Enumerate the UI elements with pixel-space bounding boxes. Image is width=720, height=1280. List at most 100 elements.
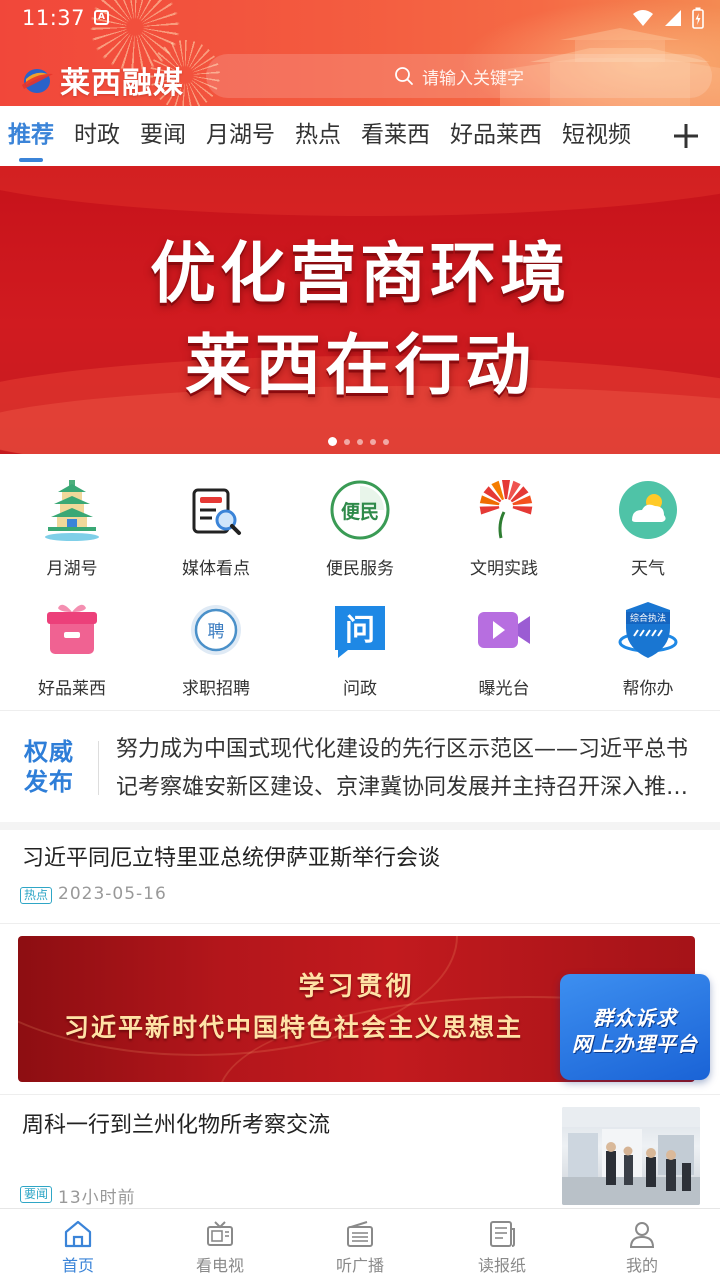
authority-divider [98, 741, 99, 795]
battery-icon [692, 7, 704, 29]
service-recruit[interactable]: 聘 求职招聘 [144, 584, 288, 704]
tab-short-video[interactable]: 短视频 [562, 106, 631, 166]
service-media[interactable]: 媒体看点 [144, 464, 288, 584]
banner-title-line1: 优化营商环境 [150, 235, 570, 312]
app-screen: 11:37 A 莱西融媒 请输入关键字 推荐 时政 要闻 月湖号 热点 看莱西 … [0, 0, 720, 1280]
service-quality[interactable]: 好品莱西 [0, 584, 144, 704]
nav-label: 首页 [61, 1256, 94, 1275]
search-placeholder: 请输入关键字 [422, 68, 524, 89]
logo-globe-icon [22, 69, 53, 93]
channel-tab-list: 推荐 时政 要闻 月湖号 热点 看莱西 好品莱西 短视频 [8, 106, 658, 166]
tab-hot[interactable]: 热点 [295, 106, 341, 166]
gift-box-icon [47, 604, 97, 654]
banner-stripe [0, 166, 720, 216]
add-channel-icon[interactable] [666, 116, 706, 156]
nav-profile[interactable]: 我的 [570, 1209, 714, 1280]
section-gap [0, 822, 720, 830]
nav-label: 读报纸 [477, 1256, 526, 1275]
civilization-flower-icon [479, 480, 533, 539]
banner-pagination [328, 437, 389, 446]
authority-headline: 努力成为中国式现代化建设的先行区示范区——习近平总书记考察雄安新区建设、京津冀协… [116, 737, 689, 800]
pagoda-icon [45, 480, 99, 541]
tv-icon [207, 1221, 233, 1246]
tab-quality-laixi[interactable]: 好品莱西 [450, 106, 542, 166]
app-logo[interactable]: 莱西融媒 [20, 58, 184, 102]
news-item[interactable]: 习近平同厄立特里亚总统伊萨亚斯举行会谈 热点 2023-05-16 [0, 830, 720, 924]
nav-home[interactable]: 首页 [6, 1209, 150, 1280]
svg-text:便民: 便民 [341, 501, 379, 523]
status-icons [632, 6, 704, 30]
service-label: 帮你办 [622, 679, 674, 699]
promo-title-line2: 习近平新时代中国特色社会主义思想主 [64, 1013, 524, 1042]
service-label: 文明实践 [470, 559, 538, 579]
svg-text:问: 问 [345, 613, 375, 648]
news-thumbnail [562, 1107, 700, 1205]
authority-tag: 权威 发布 [24, 737, 80, 797]
service-yuehu[interactable]: 月湖号 [0, 464, 144, 584]
status-time: 11:37 [22, 6, 86, 30]
wifi-icon [633, 10, 653, 26]
service-exposure[interactable]: 曝光台 [432, 584, 576, 704]
news-title: 周科一行到兰州化物所考察交流 [22, 1113, 331, 1138]
svg-text:综合执法: 综合执法 [630, 612, 666, 624]
pagination-dot[interactable] [370, 438, 376, 445]
hero-banner[interactable]: 优化营商环境 莱西在行动 [0, 166, 720, 454]
search-bar[interactable]: 请输入关键字 [206, 54, 712, 98]
tab-recommend[interactable]: 推荐 [8, 106, 54, 166]
authority-tag-line2: 发布 [24, 768, 74, 796]
media-document-icon [192, 488, 241, 535]
nav-label: 我的 [625, 1256, 658, 1275]
home-icon [64, 1220, 92, 1248]
video-camera-icon [478, 612, 530, 648]
tab-headlines[interactable]: 要闻 [140, 106, 186, 166]
service-label: 好品莱西 [38, 679, 106, 699]
service-label: 曝光台 [478, 679, 530, 699]
weather-cloud-icon [619, 481, 677, 539]
news-date: 2023-05-16 [58, 884, 167, 904]
service-grid: 月湖号 媒体看点 便民 便民服务 文明实践 天气 好品莱西 聘 求职招聘 问 问… [0, 454, 720, 710]
tab-politics[interactable]: 时政 [74, 106, 120, 166]
service-inquiry[interactable]: 问 问政 [288, 584, 432, 704]
service-label: 求职招聘 [182, 679, 250, 699]
banner-title-line2: 莱西在行动 [185, 327, 535, 404]
news-item[interactable]: 周科一行到兰州化物所考察交流 要闻 13小时前 [0, 1094, 720, 1208]
tab-watch-laixi[interactable]: 看莱西 [361, 106, 430, 166]
channel-tabs: 推荐 时政 要闻 月湖号 热点 看莱西 好品莱西 短视频 [0, 106, 720, 166]
news-date: 13小时前 [58, 1188, 136, 1208]
service-civilization[interactable]: 文明实践 [432, 464, 576, 584]
svg-text:聘: 聘 [208, 622, 225, 642]
nav-label: 听广播 [335, 1256, 384, 1275]
service-label: 媒体看点 [182, 559, 250, 579]
pagination-dot[interactable] [328, 437, 337, 446]
float-button-line1: 群众诉求 [593, 1006, 677, 1030]
nav-newspaper[interactable]: 读报纸 [430, 1209, 574, 1280]
service-label: 问政 [343, 679, 377, 699]
newspaper-icon [490, 1221, 515, 1247]
news-tag: 要闻 [20, 1186, 53, 1203]
question-chat-icon: 问 [335, 606, 385, 658]
convenience-service-icon: 便民 [330, 480, 390, 540]
service-label: 月湖号 [46, 559, 98, 579]
tab-yuehu[interactable]: 月湖号 [206, 106, 275, 166]
bottom-navigation: 首页 看电视 听广播 读报纸 我的 [0, 1208, 720, 1280]
signal-icon [665, 10, 681, 26]
news-thumbnail-photo [562, 1107, 700, 1205]
authority-tag-line1: 权威 [24, 738, 74, 766]
app-header: 11:37 A 莱西融媒 请输入关键字 [0, 0, 720, 106]
float-button-line2: 网上办理平台 [572, 1032, 698, 1056]
recruit-badge-icon: 聘 [191, 605, 241, 655]
service-convenience[interactable]: 便民 便民服务 [288, 464, 432, 584]
authority-release[interactable]: 权威 发布 努力成为中国式现代化建设的先行区示范区——习近平总书记考察雄安新区建… [0, 710, 720, 822]
notification-a-icon: A [94, 10, 109, 25]
service-help[interactable]: 综合执法 帮你办 [576, 584, 720, 704]
pagination-dot[interactable] [383, 438, 389, 445]
pagination-dot[interactable] [357, 438, 363, 445]
service-weather[interactable]: 天气 [576, 464, 720, 584]
nav-tv[interactable]: 看电视 [148, 1209, 292, 1280]
profile-icon [629, 1222, 655, 1248]
pagination-dot[interactable] [344, 438, 350, 445]
public-appeal-floating-button[interactable]: 群众诉求 网上办理平台 [560, 974, 710, 1080]
service-label: 天气 [631, 559, 665, 579]
law-enforcement-shield-icon: 综合执法 [618, 602, 678, 658]
nav-radio[interactable]: 听广播 [288, 1209, 432, 1280]
